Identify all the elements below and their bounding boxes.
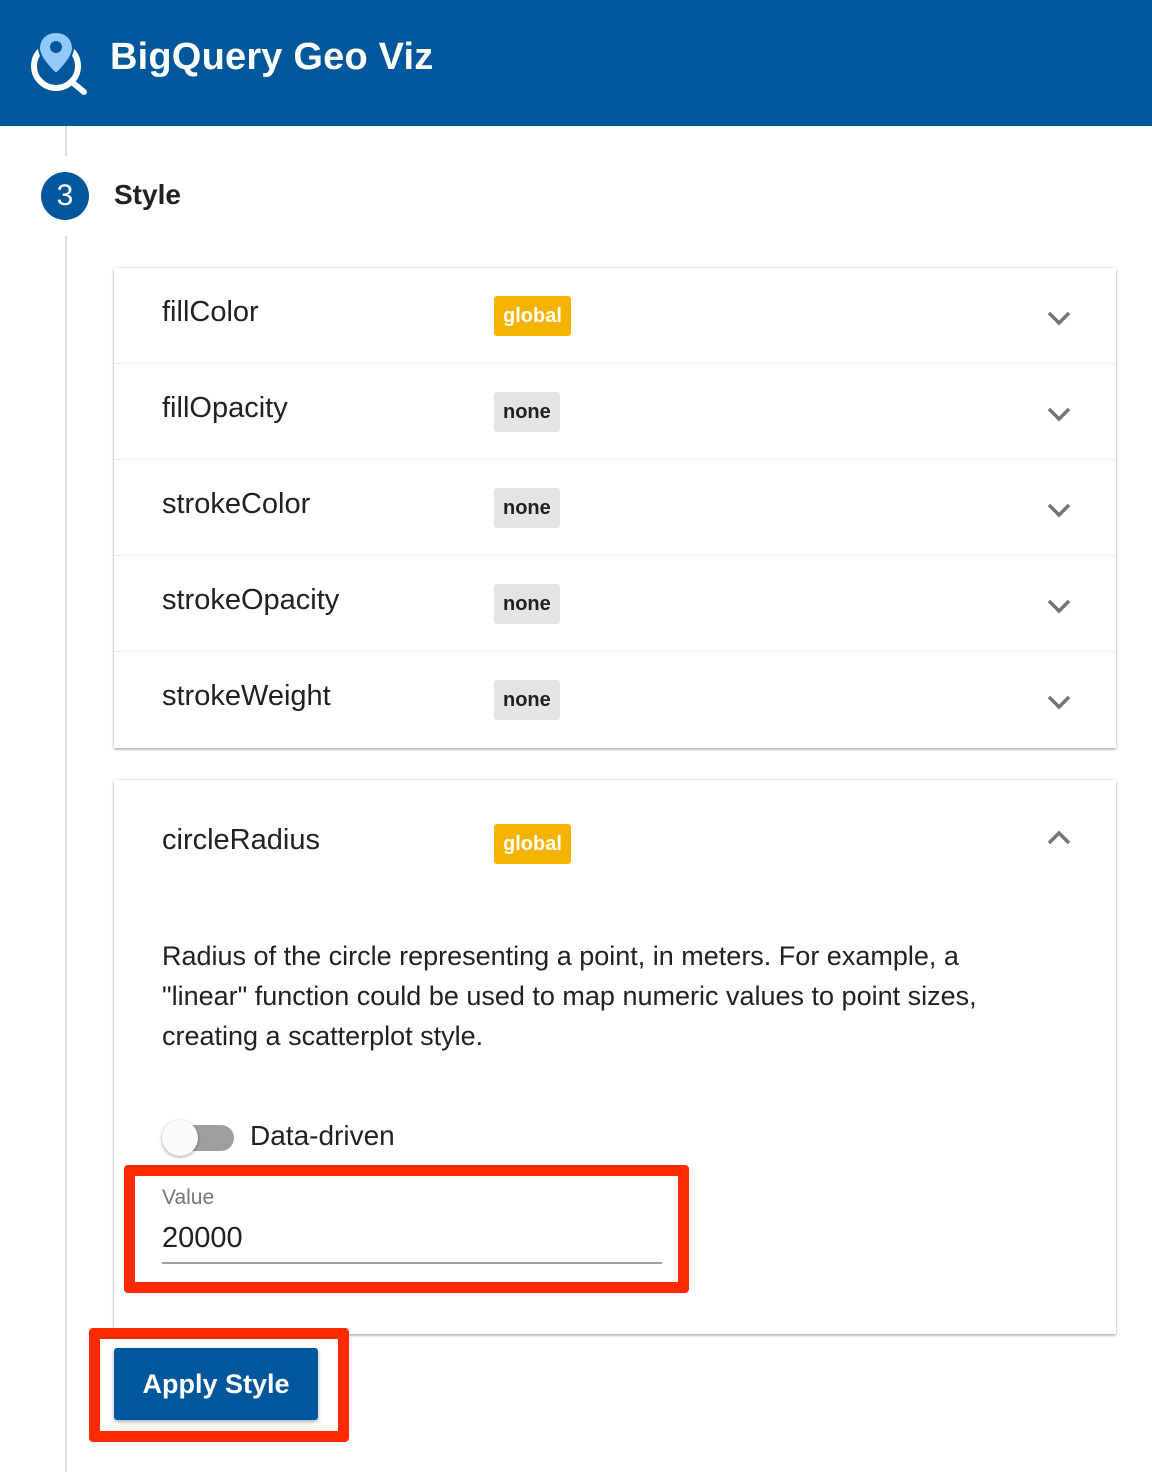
data-driven-label: Data-driven	[250, 1120, 395, 1151]
property-badge: global	[494, 296, 571, 336]
chevron-down-icon[interactable]	[1044, 692, 1074, 712]
data-driven-toggle[interactable]	[162, 1120, 236, 1156]
property-description: Radius of the circle representing a poin…	[162, 941, 977, 1051]
value-input[interactable]	[162, 1214, 662, 1264]
property-row-circleradius[interactable]: circleRadius global	[114, 780, 1116, 906]
value-field-label: Value	[162, 1186, 215, 1209]
stepper-line-top	[65, 126, 67, 156]
toggle-thumb	[162, 1120, 198, 1156]
chevron-down-icon[interactable]	[1044, 596, 1074, 616]
stepper-line	[65, 236, 67, 1472]
property-name: fillOpacity	[162, 392, 288, 424]
property-badge: none	[494, 584, 560, 624]
apply-style-button[interactable]: Apply Style	[114, 1348, 318, 1420]
property-row-fillopacity[interactable]: fillOpacity none	[114, 364, 1116, 460]
property-name: strokeOpacity	[162, 584, 340, 616]
property-name: strokeColor	[162, 488, 311, 520]
property-row-strokeopacity[interactable]: strokeOpacity none	[114, 556, 1116, 652]
chevron-down-icon[interactable]	[1044, 404, 1074, 424]
property-row-fillcolor[interactable]: fillColor global	[114, 268, 1116, 364]
property-badge: none	[494, 680, 560, 720]
app-header: BigQuery Geo Viz	[0, 0, 1152, 126]
chevron-down-icon[interactable]	[1044, 500, 1074, 520]
app-title: BigQuery Geo Viz	[110, 36, 434, 78]
property-badge: global	[494, 824, 571, 864]
property-name: circleRadius	[162, 824, 320, 856]
step-number-badge: 3	[41, 172, 89, 220]
chevron-up-icon[interactable]	[1044, 828, 1074, 848]
property-row-strokecolor[interactable]: strokeColor none	[114, 460, 1116, 556]
circle-radius-panel: circleRadius global Radius of the circle…	[114, 780, 1116, 1334]
property-name: strokeWeight	[162, 680, 331, 712]
chevron-down-icon[interactable]	[1044, 308, 1074, 328]
property-name: fillColor	[162, 296, 259, 328]
property-row-strokeweight[interactable]: strokeWeight none	[114, 652, 1116, 748]
property-badge: none	[494, 488, 560, 528]
step-title[interactable]: Style	[114, 179, 181, 211]
map-pin-search-icon	[31, 30, 87, 95]
property-badge: none	[494, 392, 560, 432]
style-properties-panel: fillColor global fillOpacity none stroke…	[114, 268, 1116, 748]
